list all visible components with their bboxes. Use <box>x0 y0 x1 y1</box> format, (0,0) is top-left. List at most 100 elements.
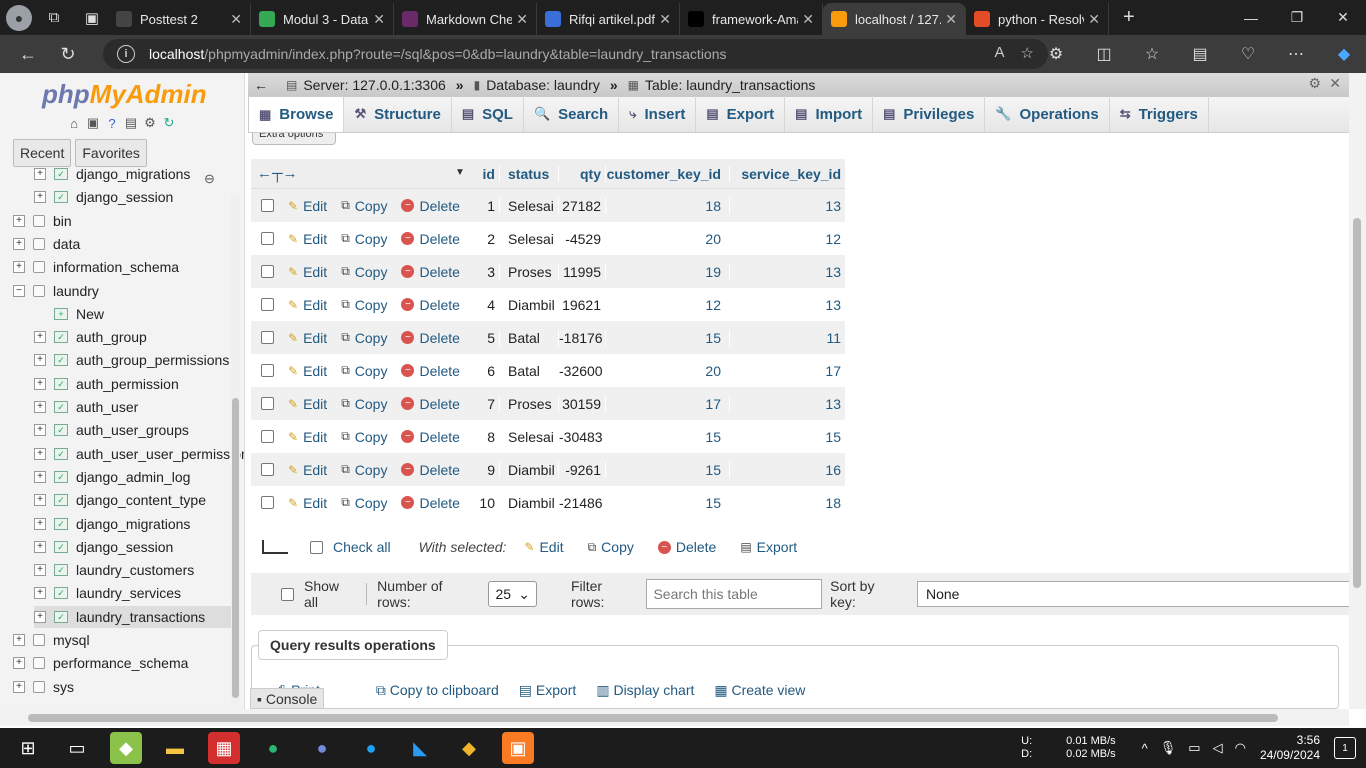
expand-icon[interactable]: + <box>13 237 25 250</box>
tab-triggers[interactable]: ⇆ Triggers <box>1110 96 1209 132</box>
collapse-arrow-icon[interactable]: ← <box>254 77 268 93</box>
cell-qty[interactable]: -4529 <box>558 230 605 247</box>
cell-qty[interactable]: -30483 <box>558 428 605 445</box>
cell-qty[interactable]: -21486 <box>558 494 605 511</box>
row-delete-button[interactable]: − Delete <box>401 198 460 214</box>
read-aloud-icon[interactable]: A <box>995 44 1005 62</box>
row-copy-button[interactable]: ⧉ Copy <box>341 462 387 478</box>
tab-operations[interactable]: 🔧 Operations <box>985 96 1110 132</box>
collections-icon[interactable]: ▤ <box>1178 37 1222 71</box>
cell-customer-key-id[interactable]: 15 <box>605 329 729 346</box>
copy-to-clipboard-link[interactable]: ⧉ Copy to clipboard <box>376 682 499 699</box>
check-all-checkbox[interactable] <box>310 540 323 554</box>
expand-icon[interactable]: + <box>34 540 46 553</box>
logout-icon[interactable]: ▣ <box>85 115 101 131</box>
tree-item[interactable]: + bin <box>13 210 232 232</box>
tree-item[interactable]: + ✓ django_content_type <box>34 489 232 511</box>
gear-icon[interactable]: ⚙ <box>1308 75 1321 92</box>
start-icon[interactable]: ⊞ <box>12 732 44 764</box>
expand-icon[interactable]: + <box>13 680 25 693</box>
minimize-button[interactable]: — <box>1228 0 1274 35</box>
collapse-icon[interactable]: − <box>13 284 25 297</box>
row-edit-button[interactable]: ✎ Edit <box>288 297 327 313</box>
phpmyadmin-logo[interactable]: phpMyAdmin <box>42 79 207 110</box>
cell-service-key-id[interactable]: 13 <box>729 197 845 214</box>
settings-icon[interactable]: ⚙ <box>142 115 158 131</box>
tree-item[interactable]: + mysql <box>13 629 232 651</box>
row-delete-button[interactable]: − Delete <box>401 363 460 379</box>
tree-item[interactable]: + data <box>13 233 232 255</box>
row-checkbox[interactable] <box>261 331 274 344</box>
cell-service-key-id[interactable]: 13 <box>729 263 845 280</box>
expand-icon[interactable]: + <box>34 610 46 623</box>
cell-status[interactable]: Proses <box>499 395 558 412</box>
row-copy-button[interactable]: ⧉ Copy <box>341 264 387 280</box>
tree-item[interactable]: + ✓ auth_group <box>34 326 232 348</box>
cell-id[interactable]: 6 <box>469 363 499 379</box>
col-status[interactable]: status <box>499 165 558 182</box>
microphone-icon[interactable]: 🎙 <box>1160 740 1177 756</box>
row-copy-button[interactable]: ⧉ Copy <box>341 297 387 313</box>
tree-item[interactable]: + ✓ django_admin_log <box>34 466 232 488</box>
expand-icon[interactable]: + <box>34 587 46 600</box>
row-checkbox[interactable] <box>261 265 274 278</box>
wifi-icon[interactable]: ◠ <box>1235 740 1246 756</box>
row-checkbox[interactable] <box>261 232 274 245</box>
col-id[interactable]: id <box>469 166 499 182</box>
display-chart-link[interactable]: ▥ Display chart <box>596 682 694 699</box>
close-tab-icon[interactable]: ✕ <box>1088 11 1100 28</box>
cell-id[interactable]: 7 <box>469 396 499 412</box>
expand-icon[interactable]: + <box>34 447 46 460</box>
row-copy-button[interactable]: ⧉ Copy <box>341 495 387 511</box>
col-qty[interactable]: qty <box>558 165 605 182</box>
cell-service-key-id[interactable]: 13 <box>729 296 845 313</box>
xampp-icon[interactable]: ▣ <box>502 732 534 764</box>
row-delete-button[interactable]: − Delete <box>401 330 460 346</box>
cell-service-key-id[interactable]: 11 <box>729 329 845 346</box>
notification-center-button[interactable]: 1 <box>1334 737 1356 759</box>
breadcrumb-database[interactable]: Database: laundry <box>486 77 600 93</box>
cell-customer-key-id[interactable]: 12 <box>605 296 729 313</box>
cell-customer-key-id[interactable]: 18 <box>605 197 729 214</box>
row-copy-button[interactable]: ⧉ Copy <box>341 198 387 214</box>
cell-service-key-id[interactable]: 18 <box>729 494 845 511</box>
cell-qty[interactable]: 19621 <box>558 296 605 313</box>
expand-icon[interactable]: + <box>34 191 46 204</box>
app-red-icon[interactable]: ▦ <box>208 732 240 764</box>
page-vertical-scrollbar[interactable] <box>1349 73 1366 709</box>
tab-structure[interactable]: ⚒ Structure <box>344 96 452 132</box>
restore-button[interactable]: ❐ <box>1274 0 1320 35</box>
volume-icon[interactable]: ◁ <box>1213 740 1223 756</box>
filter-rows-input[interactable]: Search this table <box>646 579 823 609</box>
row-edit-button[interactable]: ✎ Edit <box>288 396 327 412</box>
show-all-checkbox[interactable] <box>281 587 294 601</box>
row-delete-button[interactable]: − Delete <box>401 297 460 313</box>
row-checkbox[interactable] <box>261 430 274 443</box>
browser-tab[interactable]: localhost / 127.0 ✕ <box>823 3 966 35</box>
profile-avatar[interactable]: ● <box>6 4 32 31</box>
tab-insert[interactable]: ⤷ Insert <box>619 96 697 132</box>
workspaces-icon[interactable]: ⧉ <box>38 4 70 32</box>
cell-id[interactable]: 8 <box>469 429 499 445</box>
cell-customer-key-id[interactable]: 20 <box>605 230 729 247</box>
copilot-icon[interactable]: ◆ <box>1322 37 1366 71</box>
console-toggle[interactable]: ▪ Console <box>250 688 325 709</box>
git-icon[interactable]: ◆ <box>453 732 485 764</box>
cell-id[interactable]: 9 <box>469 462 499 478</box>
help-icon[interactable]: ? <box>104 115 120 131</box>
cell-customer-key-id[interactable]: 19 <box>605 263 729 280</box>
cell-customer-key-id[interactable]: 15 <box>605 428 729 445</box>
col-customer-key-id[interactable]: customer_key_id <box>605 165 729 182</box>
cell-status[interactable]: Diambil <box>499 296 558 313</box>
row-edit-button[interactable]: ✎ Edit <box>288 462 327 478</box>
edge-icon[interactable]: ● <box>355 732 387 764</box>
tree-item[interactable]: + performance_schema <box>13 652 232 674</box>
close-tab-icon[interactable]: ✕ <box>516 11 528 28</box>
cell-id[interactable]: 1 <box>469 198 499 214</box>
close-tab-icon[interactable]: ✕ <box>230 11 242 28</box>
expand-icon[interactable]: + <box>34 424 46 437</box>
tree-item[interactable]: + ✓ django_session <box>34 536 232 558</box>
tree-item[interactable]: + ✓ auth_user <box>34 396 232 418</box>
row-checkbox[interactable] <box>261 364 274 377</box>
tab-export[interactable]: ▤ Export <box>696 96 786 132</box>
